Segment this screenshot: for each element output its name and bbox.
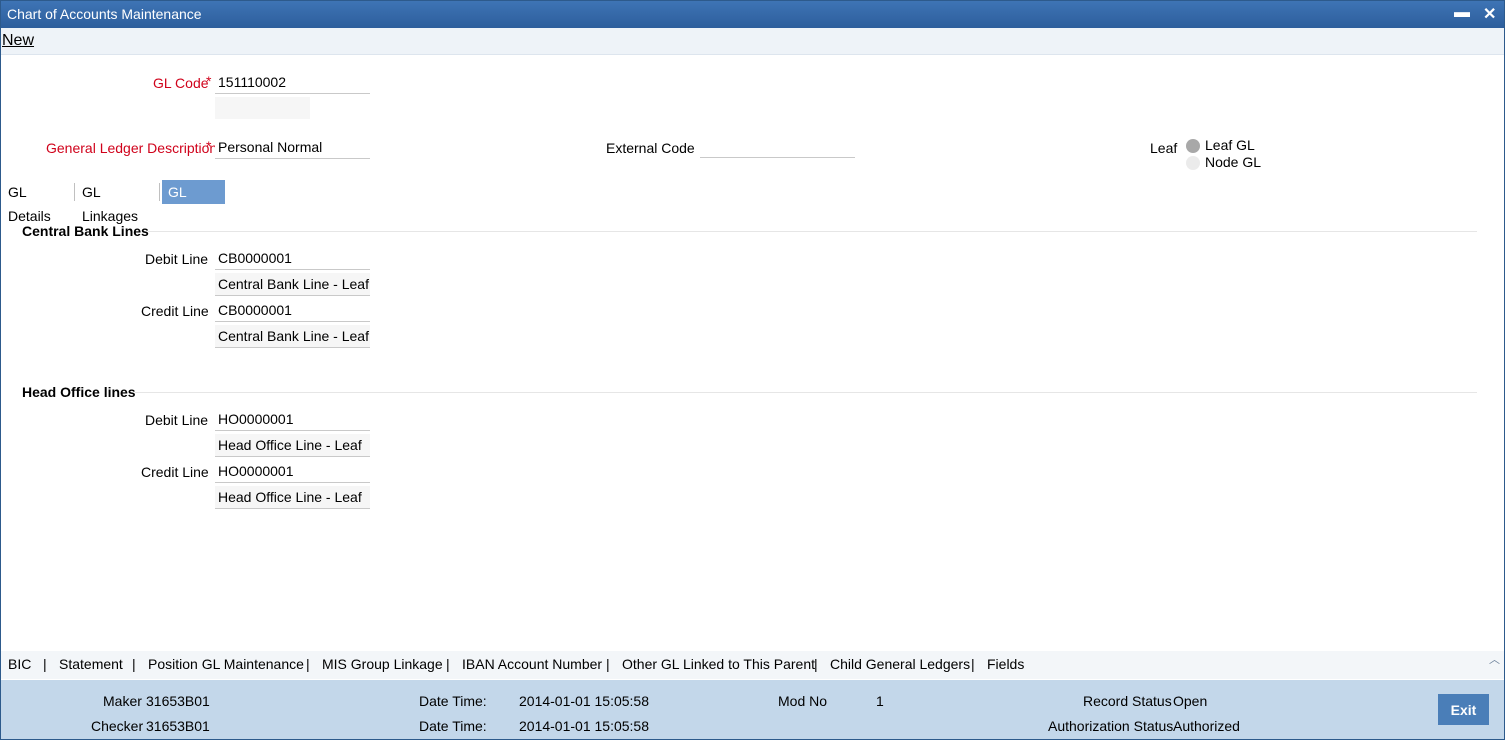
audit-status-bar: Maker 31653B01 Checker 31653B01 Date Tim… [1,680,1504,739]
tab-gl-details[interactable]: GL Details [2,180,57,224]
external-code-input[interactable] [700,135,855,158]
link-mis-group-linkage[interactable]: MIS Group Linkage [322,656,443,672]
section-divider [148,231,1477,232]
gl-code-description-box [215,97,310,119]
tab-gl-linkages[interactable]: GL Linkages [76,180,144,224]
central-bank-section-title: Central Bank Lines [22,223,149,239]
cb-debit-line-label: Debit Line [145,251,209,267]
link-separator: | [971,656,975,672]
authorization-status-value: Authorized [1173,718,1240,734]
ho-credit-line-input[interactable]: HO0000001 [215,460,370,483]
maker-datetime-label: Date Time: [419,693,487,709]
ho-debit-line-input[interactable]: HO0000001 [215,408,370,431]
cb-credit-line-label: Credit Line [141,303,209,319]
leaf-label: Leaf [1150,140,1178,156]
link-separator: | [132,656,136,672]
checker-label: Checker [91,718,144,734]
ho-credit-line-description: Head Office Line - Leaf [215,486,370,509]
link-position-gl-maintenance[interactable]: Position GL Maintenance [148,656,304,672]
cb-debit-line-description: Central Bank Line - Leaf [215,273,370,296]
link-separator: | [814,656,818,672]
checker-datetime-label: Date Time: [419,718,487,734]
head-office-section-title: Head Office lines [22,384,136,400]
link-fields[interactable]: Fields [987,656,1024,672]
ho-debit-line-description: Head Office Line - Leaf [215,434,370,457]
minimize-icon[interactable]: ▬ [1454,4,1470,22]
link-child-general-ledgers[interactable]: Child General Ledgers [830,656,970,672]
link-separator: | [446,656,450,672]
close-icon[interactable]: ✕ [1483,4,1496,24]
link-bic[interactable]: BIC [8,656,31,672]
ho-credit-line-label: Credit Line [141,464,209,480]
exit-button[interactable]: Exit [1438,694,1489,725]
new-link[interactable]: New [2,32,34,50]
gl-description-label: General Ledger Description [46,140,218,156]
node-gl-radio[interactable] [1186,156,1200,170]
authorization-status-label: Authorization Status [1048,718,1174,734]
link-separator: | [606,656,610,672]
external-code-label: External Code [606,140,695,156]
maker-datetime-value: 2014-01-01 15:05:58 [519,693,649,709]
mod-no-label: Mod No [778,693,828,709]
gl-description-required-mark: * [206,138,212,154]
title-bar: Chart of Accounts Maintenance ▬ ✕ [1,1,1504,28]
cb-credit-line-description: Central Bank Line - Leaf [215,325,370,348]
gl-code-input[interactable]: 151110002 [215,71,370,94]
cb-credit-line-input[interactable]: CB0000001 [215,299,370,322]
tab-gl-lines[interactable]: GL Lines [162,180,225,224]
record-status-value: Open [1173,693,1208,709]
cb-debit-line-input[interactable]: CB0000001 [215,247,370,270]
section-divider [135,392,1477,393]
node-gl-label: Node GL [1205,154,1262,170]
tab-separator [159,183,160,201]
checker-value: 31653B01 [146,718,210,734]
gl-code-required-mark: * [206,73,212,89]
leaf-gl-radio[interactable] [1186,139,1200,153]
gl-description-input[interactable]: Personal Normal [215,136,370,159]
maker-label: Maker [103,693,142,709]
ho-debit-line-label: Debit Line [145,412,209,428]
window-title: Chart of Accounts Maintenance [7,6,202,22]
leaf-gl-label: Leaf GL [1205,137,1255,153]
mod-no-value: 1 [876,693,884,709]
link-separator: | [306,656,310,672]
link-separator: | [43,656,47,672]
link-statement[interactable]: Statement [59,656,123,672]
link-other-gl-linked[interactable]: Other GL Linked to This Parent [622,656,815,672]
record-status-label: Record Status [1083,693,1172,709]
gl-code-label: GL Code [153,75,209,91]
menu-bar: New [1,28,1504,55]
checker-datetime-value: 2014-01-01 15:05:58 [519,718,649,734]
tab-separator [74,183,75,201]
maker-value: 31653B01 [146,693,210,709]
footer-links-bar: BIC | Statement | Position GL Maintenanc… [1,651,1504,679]
chart-of-accounts-window: Chart of Accounts Maintenance ▬ ✕ New GL… [0,0,1505,740]
link-iban-account-number[interactable]: IBAN Account Number [462,656,602,672]
scroll-up-icon[interactable]: ︿ [1489,651,1500,667]
